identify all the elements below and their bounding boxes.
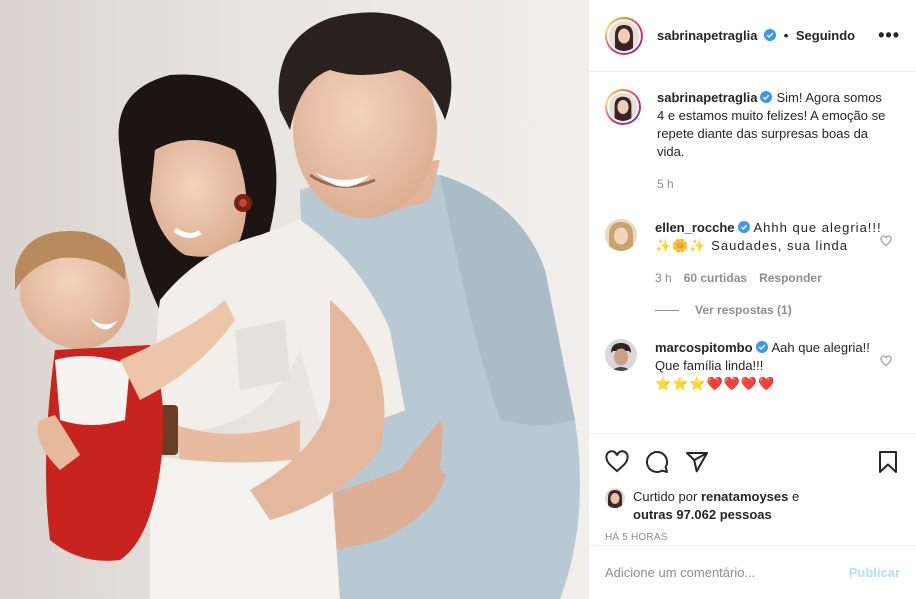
comment-item: marcospitombo Aah que alegria!! Que famíl… bbox=[605, 339, 900, 393]
heart-icon[interactable] bbox=[605, 450, 629, 474]
family-photo-illustration bbox=[0, 0, 588, 599]
post-header: sabrinapetraglia • Seguindo ••• bbox=[589, 0, 916, 72]
view-replies-button[interactable]: Ver respostas (1) bbox=[655, 303, 900, 317]
comment-likes[interactable]: 60 curtidas bbox=[684, 269, 747, 287]
post-side-panel: sabrinapetraglia • Seguindo ••• sabrinap… bbox=[588, 0, 916, 599]
liked-by-prefix: Curtido por bbox=[633, 489, 698, 504]
comment-emojis: ⭐⭐⭐❤️❤️❤️❤️ bbox=[655, 376, 776, 391]
author-username[interactable]: sabrinapetraglia • Seguindo bbox=[657, 28, 855, 43]
caption-time[interactable]: 5 h bbox=[657, 175, 674, 193]
author-avatar[interactable] bbox=[605, 16, 643, 55]
caption-username[interactable]: sabrinapetraglia bbox=[657, 90, 757, 105]
avatar-image bbox=[609, 93, 637, 121]
comment-icon[interactable] bbox=[645, 450, 669, 474]
post-photo[interactable] bbox=[0, 0, 588, 599]
verified-icon bbox=[737, 221, 750, 233]
comments-section: sabrinapetraglia Sim! Agora somos 4 e est… bbox=[589, 73, 916, 433]
liked-by: Curtido por renatamoyses e outras 97.062… bbox=[605, 488, 900, 524]
comment-heart-icon[interactable] bbox=[880, 355, 892, 367]
caption: sabrinapetraglia Sim! Agora somos 4 e est… bbox=[605, 89, 900, 193]
liked-by-others[interactable]: outras 97.062 pessoas bbox=[633, 507, 772, 522]
share-icon[interactable] bbox=[685, 450, 709, 474]
save-icon[interactable] bbox=[876, 450, 900, 474]
commenter-avatar[interactable] bbox=[605, 219, 637, 251]
comment-item: ellen_rocche Ahhh que alegria!!! ✨🌼✨ Saud… bbox=[605, 219, 900, 287]
following-button[interactable]: Seguindo bbox=[796, 28, 855, 43]
comment-composer: Adicione um comentário... Publicar bbox=[589, 545, 916, 599]
commenter-avatar[interactable] bbox=[605, 339, 637, 371]
comment-input[interactable]: Adicione um comentário... bbox=[605, 565, 849, 580]
verified-icon bbox=[755, 341, 768, 353]
comment-username[interactable]: ellen_rocche bbox=[655, 220, 735, 235]
avatar-image bbox=[605, 339, 637, 371]
separator-dot: • bbox=[783, 28, 789, 43]
publish-button[interactable]: Publicar bbox=[849, 565, 900, 580]
post-timestamp[interactable]: HÁ 5 HORAS bbox=[605, 532, 900, 543]
post-actions: Curtido por renatamoyses e outras 97.062… bbox=[589, 433, 916, 543]
author-username-text[interactable]: sabrinapetraglia bbox=[657, 28, 757, 43]
verified-icon bbox=[764, 29, 777, 41]
avatar-image bbox=[605, 219, 637, 251]
baby-shirt bbox=[55, 356, 130, 425]
liked-by-user[interactable]: renatamoyses bbox=[701, 489, 788, 504]
comment-time[interactable]: 3 h bbox=[655, 269, 672, 287]
verified-icon bbox=[760, 91, 773, 103]
comment-username[interactable]: marcospitombo bbox=[655, 340, 753, 355]
more-options-icon[interactable]: ••• bbox=[878, 25, 900, 46]
caption-text-block: sabrinapetraglia Sim! Agora somos 4 e est… bbox=[657, 89, 887, 161]
liked-by-connector: e bbox=[792, 489, 800, 504]
comment-heart-icon[interactable] bbox=[880, 235, 892, 247]
avatar-image bbox=[605, 488, 625, 508]
liker-avatar[interactable] bbox=[605, 488, 625, 508]
view-replies-label[interactable]: Ver respostas (1) bbox=[695, 303, 792, 317]
avatar-image bbox=[609, 20, 639, 51]
replies-divider bbox=[655, 309, 679, 311]
reply-button[interactable]: Responder bbox=[759, 269, 822, 287]
caption-avatar[interactable] bbox=[605, 89, 641, 125]
